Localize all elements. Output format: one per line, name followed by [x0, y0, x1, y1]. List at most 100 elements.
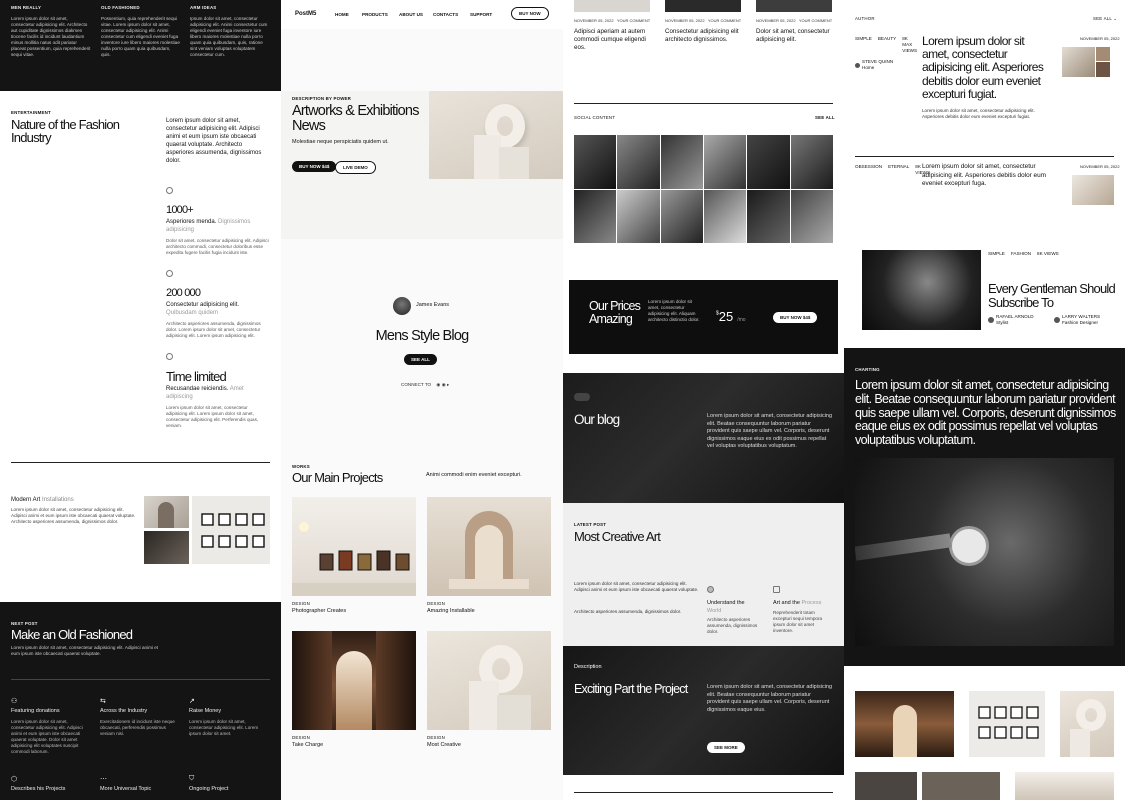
feature-item: ⇆ Across the Industry Exercitationem id … — [100, 697, 180, 737]
feature-item: ↗ Raise Money Lorem ipsum dolor sit amet… — [189, 697, 269, 737]
project-title[interactable]: Take Charge — [292, 742, 323, 750]
project-cat: DESIGN — [292, 601, 311, 606]
modern-text: Lorem ipsum dolor sit amet, consectetur … — [11, 507, 136, 524]
news-text[interactable]: Dolor sit amet, consectetur adipisicing … — [756, 28, 838, 44]
project-title[interactable]: Most Creative — [427, 742, 461, 750]
top-dark-band: MEN REALLY Lorem ipsum dolor sit amet, c… — [0, 0, 281, 91]
stat-value: 1000+ — [166, 204, 194, 216]
desc-title: Exciting Part the Project — [574, 682, 688, 696]
gallery-photo[interactable] — [922, 772, 1000, 800]
col-text: Possentium, quia reprehenderit sequi vit… — [101, 16, 180, 57]
column-3: NOVEMBER 05, 2022 YOUR COMMENT Adipisci … — [563, 0, 844, 800]
social-label: SOCIAL CONTENT — [574, 115, 616, 120]
feature-title: Raise Money — [189, 708, 222, 714]
live-demo-button[interactable]: LIVE DEMO — [335, 161, 376, 174]
social-grid — [574, 135, 833, 243]
clock-icon — [166, 353, 173, 360]
shield-icon: ⛉ — [189, 775, 195, 782]
nav-products[interactable]: PRODUCTS — [362, 12, 388, 18]
post-text[interactable]: Lorem ipsum dolor sit amet, consectetur … — [922, 163, 1047, 189]
nav-about[interactable]: ABOUT US — [399, 12, 423, 18]
avatar — [393, 297, 411, 315]
project-photo[interactable] — [292, 631, 416, 730]
news-photo — [574, 0, 650, 12]
see-more-button[interactable]: SEE MORE — [707, 742, 745, 753]
news-by: YOUR COMMENT — [798, 18, 833, 23]
social-see-all[interactable]: SEE ALL — [815, 115, 835, 120]
social-icons[interactable]: ◉ ◉ ▸ — [436, 382, 449, 387]
project-photo[interactable] — [427, 497, 551, 596]
news-photo — [665, 0, 741, 12]
dots-icon: ⋯ — [100, 776, 107, 783]
bottom-item: ⛉ Ongoing Project — [189, 775, 229, 792]
dollar-icon — [166, 270, 173, 277]
feature-title: Across the Industry — [100, 708, 148, 714]
feature-text: Lorem ipsum dolor sit amet, consectetur … — [11, 718, 83, 754]
social-photo[interactable] — [574, 135, 617, 189]
col-text: Lorem ipsum dolor sit amet, consectetur … — [11, 16, 91, 57]
section-label: ENTERTAINMENT — [11, 110, 51, 115]
post-date: NOVEMBER 05, 2022 — [1080, 36, 1120, 41]
social-photo[interactable] — [790, 189, 833, 243]
brand-logo[interactable]: PostM5 — [295, 11, 316, 17]
post-photo — [1096, 47, 1110, 61]
social-photo[interactable] — [617, 135, 660, 189]
next-post-band: NEXT POST Make an Old Fashioned Lorem ip… — [0, 602, 281, 800]
social-photo[interactable] — [617, 189, 660, 243]
gallery-photo[interactable] — [855, 691, 954, 757]
author-see-all[interactable]: SEE ALL ⌄ — [1093, 16, 1117, 22]
buy-now-button[interactable]: BUY NOW — [511, 7, 549, 20]
see-all-button[interactable]: SEE ALL — [404, 354, 437, 365]
column-4: AUTHOR SEE ALL ⌄ SIMPLE BEAUTY 8K MAX VIEW… — [844, 0, 1125, 800]
gallery-photo[interactable] — [969, 691, 1045, 757]
news-by: YOUR COMMENT — [707, 18, 742, 23]
project-photo[interactable] — [427, 631, 551, 730]
chart-label: CHARTING — [855, 367, 880, 372]
topic-item: Understand the World Architecto asperiore… — [707, 580, 765, 635]
nav-contacts[interactable]: CONTACTS — [433, 12, 458, 18]
author-name: James Evans — [416, 302, 450, 308]
project-cat: DESIGN — [427, 735, 446, 740]
news-text[interactable]: Adipisci aperiam at autem commodi cumque… — [574, 28, 656, 52]
social-photo[interactable] — [703, 189, 747, 243]
price-value: $25/mo — [716, 309, 746, 324]
stat-label: Consectetur adipisicing elit. — [166, 302, 240, 308]
social-photo[interactable] — [574, 189, 617, 243]
price-buy-button[interactable]: BUY NOW $4$ — [773, 312, 818, 323]
social-photo[interactable] — [660, 135, 703, 189]
news-date: NOVEMBER 05, 2022 — [665, 18, 705, 23]
project-title[interactable]: Photographer Creates — [292, 608, 346, 616]
post-photo — [1072, 175, 1114, 205]
social-photo[interactable] — [660, 189, 703, 243]
social-photo[interactable] — [747, 189, 790, 243]
stat-text: Dolor sit amet, consectetur adipisicing … — [166, 238, 269, 255]
works-title: Our Main Projects — [292, 470, 383, 485]
stat-value: Time limited — [166, 369, 227, 384]
gallery-photo[interactable] — [1060, 691, 1114, 757]
gent-title[interactable]: Every Gentleman Should Subscribe To — [988, 282, 1118, 309]
project-title[interactable]: Amazing Installable — [427, 608, 475, 616]
news-text[interactable]: Consectetur adipisicing elit architecto … — [665, 28, 747, 44]
nav-home[interactable]: HOME — [335, 12, 349, 18]
social-photo[interactable] — [703, 135, 747, 189]
bottom-item: ⋯ More Universal Topic — [100, 776, 152, 792]
charting-band: CHARTING Lorem ipsum dolor sit amet, con… — [844, 348, 1125, 666]
gallery-photo[interactable] — [1015, 772, 1114, 800]
stat-block: Time limited Recusandae reiciendis. Amet… — [166, 347, 270, 429]
news-date: NOVEMBER 05, 2022 — [756, 18, 796, 23]
stat-label: Asperiores menda. — [166, 219, 217, 225]
project-photo[interactable] — [292, 497, 416, 596]
social-photo[interactable] — [790, 135, 833, 189]
hero-buy-button[interactable]: BUY NOW $4$ — [292, 161, 337, 172]
social-photo[interactable] — [747, 135, 790, 189]
nav-support[interactable]: SUPPORT — [470, 12, 492, 18]
vase-photo — [429, 91, 563, 179]
blog-text: Lorem ipsum dolor sit amet, consectetur … — [707, 413, 833, 449]
column-1: MEN REALLY Lorem ipsum dolor sit amet, c… — [0, 0, 281, 800]
post-title[interactable]: Lorem ipsum dolor sit amet, consectetur … — [922, 34, 1049, 101]
gallery-photo[interactable] — [855, 772, 917, 800]
latest-text-2: Architecto asperiores assumenda, digniss… — [574, 609, 682, 614]
navbar: PostM5 HOME PRODUCTS ABOUT US CONTACTS S… — [281, 0, 563, 29]
avatar — [855, 62, 860, 68]
bottom-item: ⬡ Describes his Projects — [11, 776, 66, 792]
